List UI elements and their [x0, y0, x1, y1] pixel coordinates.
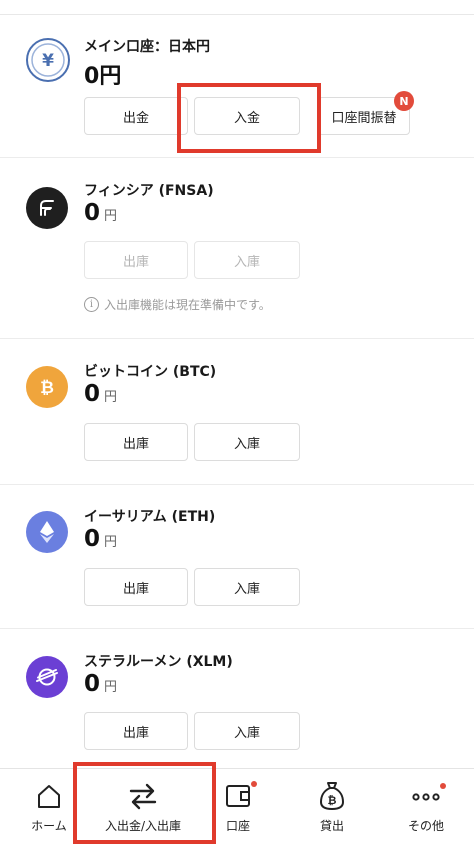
- fnsa-deposit-button[interactable]: 入庫: [194, 241, 300, 279]
- tab-label: 口座: [225, 819, 250, 833]
- tab-account[interactable]: 口座: [190, 769, 286, 848]
- fnsa-withdraw-button[interactable]: 出庫: [84, 241, 188, 279]
- preparing-notice-text: 入出庫機能は現在準備中です。: [104, 298, 271, 312]
- tab-label: 貸出: [319, 819, 344, 833]
- preparing-notice: i 入出庫機能は現在準備中です。: [84, 296, 271, 313]
- tab-label: 入出金/入出庫: [104, 819, 182, 833]
- eth-withdraw-button[interactable]: 出庫: [84, 568, 188, 606]
- main-balance-unit: 円: [99, 64, 122, 89]
- row-divider: [0, 157, 474, 158]
- svg-text:₿: ₿: [40, 378, 54, 398]
- home-icon: [34, 781, 64, 811]
- svg-text:¥: ¥: [42, 51, 54, 71]
- xlm-withdraw-button[interactable]: 出庫: [84, 712, 188, 750]
- svg-text:₿: ₿: [328, 794, 337, 807]
- main-balance-number: 0: [84, 64, 100, 89]
- yen-icon: ¥: [26, 38, 70, 82]
- main-account-title: メイン口座：日本円: [84, 39, 210, 55]
- asset-amount-number: 0: [84, 671, 101, 697]
- ethereum-icon: [26, 511, 68, 553]
- info-icon: i: [84, 297, 99, 312]
- row-divider: [0, 628, 474, 629]
- tab-lending[interactable]: ₿ 貸出: [284, 769, 380, 848]
- asset-amount: 0円: [84, 381, 117, 407]
- transfer-arrows-icon: [127, 781, 159, 811]
- deposit-button[interactable]: 入金: [194, 97, 300, 135]
- eth-deposit-button[interactable]: 入庫: [194, 568, 300, 606]
- asset-amount-number: 0: [84, 200, 101, 226]
- asset-amount-number: 0: [84, 381, 101, 407]
- btc-withdraw-button[interactable]: 出庫: [84, 423, 188, 461]
- asset-amount-unit: 円: [104, 390, 118, 405]
- row-divider: [0, 484, 474, 485]
- notification-dot: [440, 783, 446, 789]
- withdraw-button[interactable]: 出金: [84, 97, 188, 135]
- bitcoin-icon: ₿: [26, 366, 68, 408]
- notification-dot: [251, 781, 257, 787]
- asset-amount-unit: 円: [104, 680, 118, 695]
- asset-amount: 0円: [84, 671, 117, 697]
- tab-label: その他: [407, 819, 444, 833]
- top-divider: [0, 14, 474, 15]
- tab-more[interactable]: その他: [378, 769, 474, 848]
- stellar-icon: [26, 656, 68, 698]
- bottom-tab-bar: ホーム 入出金/入出庫 口座 ₿ 貸出 その他: [0, 768, 474, 848]
- asset-amount-number: 0: [84, 526, 101, 552]
- asset-name: フィンシア (FNSA): [84, 183, 214, 199]
- asset-name: イーサリアム (ETH): [84, 509, 216, 525]
- new-badge: N: [394, 91, 414, 111]
- asset-name: ステラルーメン (XLM): [84, 654, 233, 670]
- tab-deposit-withdraw[interactable]: 入出金/入出庫: [78, 769, 208, 848]
- asset-amount: 0円: [84, 526, 117, 552]
- main-account-balance: 0円: [84, 58, 121, 90]
- wallet-icon: [223, 781, 257, 811]
- asset-amount-unit: 円: [104, 209, 118, 224]
- asset-amount: 0円: [84, 200, 117, 226]
- finschia-icon: [26, 187, 68, 229]
- xlm-deposit-button[interactable]: 入庫: [194, 712, 300, 750]
- more-dots-icon: [410, 781, 446, 811]
- asset-amount-unit: 円: [104, 535, 118, 550]
- btc-deposit-button[interactable]: 入庫: [194, 423, 300, 461]
- asset-name: ビットコイン (BTC): [84, 364, 217, 380]
- row-divider: [0, 338, 474, 339]
- tab-label: ホーム: [31, 819, 67, 833]
- money-bag-icon: ₿: [317, 781, 347, 811]
